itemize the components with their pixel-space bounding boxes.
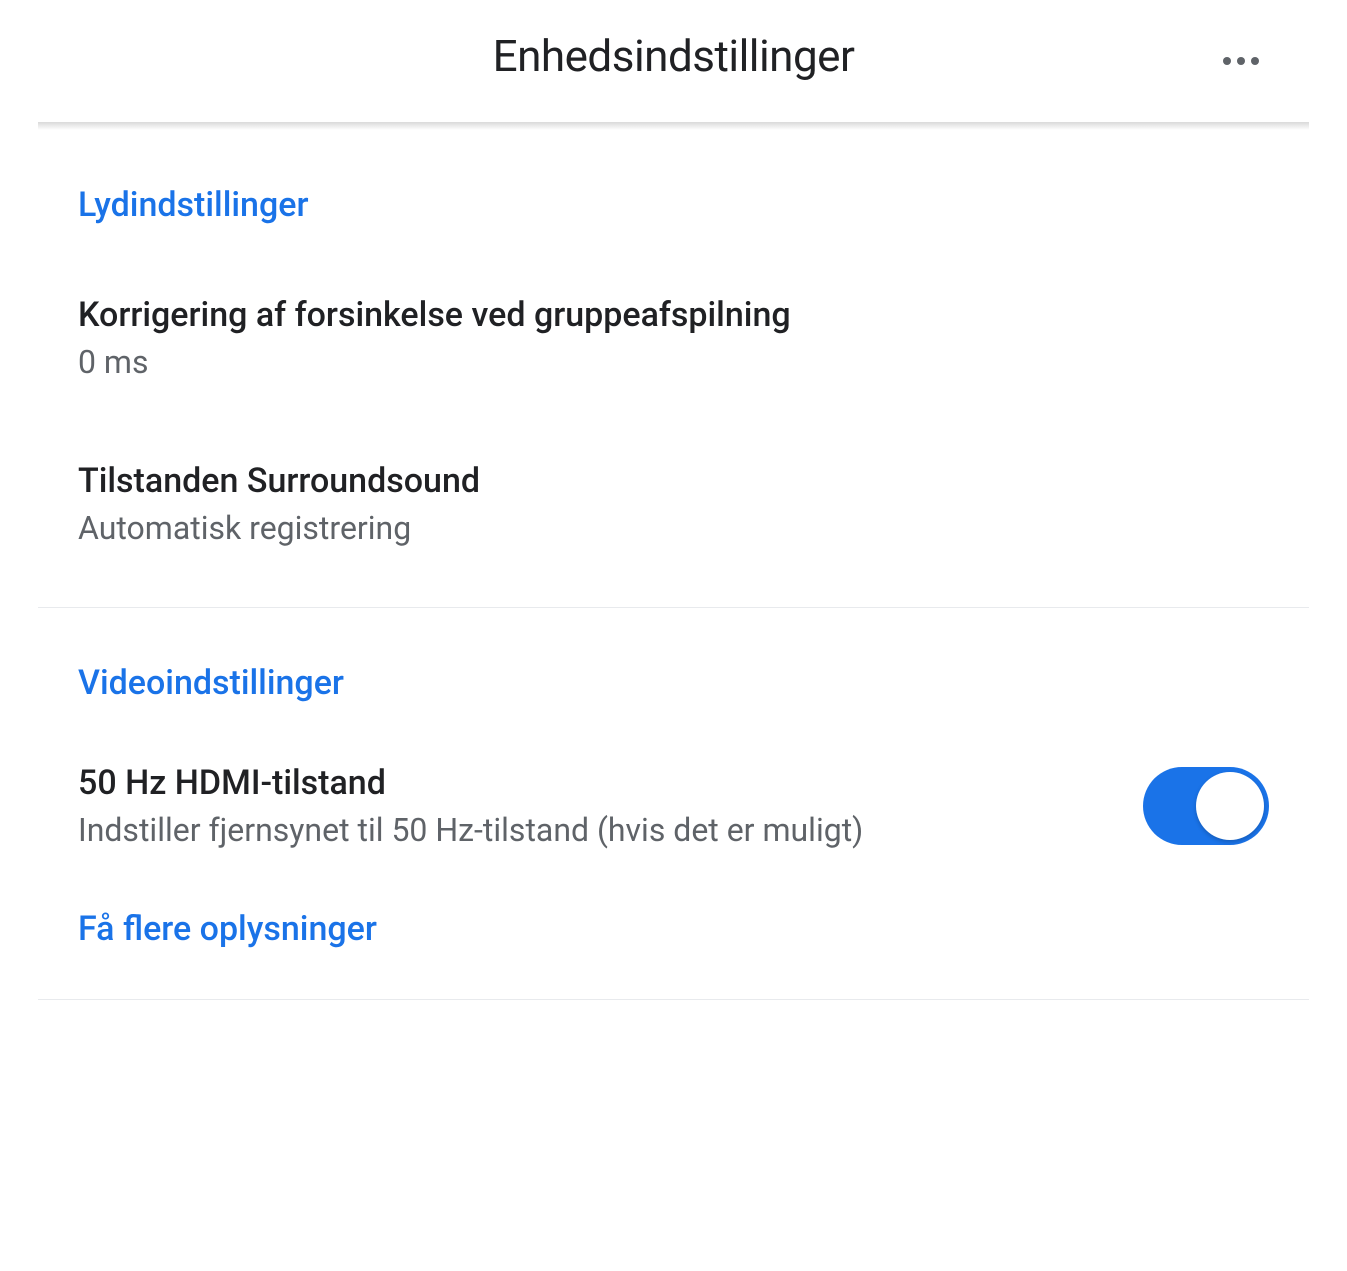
- more-info-link[interactable]: Få flere oplysninger: [78, 879, 1269, 989]
- hdmi-50hz-description: Indstiller fjernsynet til 50 Hz-tilstand…: [78, 811, 1103, 849]
- more-options-icon[interactable]: [1223, 57, 1259, 65]
- toggle-knob: [1196, 772, 1264, 840]
- hdmi-50hz-title: 50 Hz HDMI-tilstand: [78, 763, 1103, 803]
- surround-sound-row[interactable]: Tilstanden Surroundsound Automatisk regi…: [78, 421, 1269, 587]
- audio-section-header: Lydindstillinger: [78, 170, 1269, 255]
- page-title: Enhedsindstillinger: [493, 30, 855, 82]
- hdmi-50hz-toggle[interactable]: [1143, 767, 1269, 845]
- header-shadow: [38, 122, 1309, 130]
- video-section-header: Videoindstillinger: [78, 648, 1269, 733]
- header-bar: Enhedsindstillinger: [38, 0, 1309, 122]
- delay-correction-title: Korrigering af forsinkelse ved gruppeafs…: [78, 295, 1269, 335]
- surround-sound-title: Tilstanden Surroundsound: [78, 461, 1269, 501]
- delay-correction-row[interactable]: Korrigering af forsinkelse ved gruppeafs…: [78, 255, 1269, 421]
- delay-correction-value: 0 ms: [78, 343, 1269, 381]
- hdmi-50hz-row: 50 Hz HDMI-tilstand Indstiller fjernsyne…: [78, 733, 1269, 879]
- surround-sound-value: Automatisk registrering: [78, 509, 1269, 547]
- section-divider: [38, 607, 1309, 608]
- bottom-divider: [38, 999, 1309, 1000]
